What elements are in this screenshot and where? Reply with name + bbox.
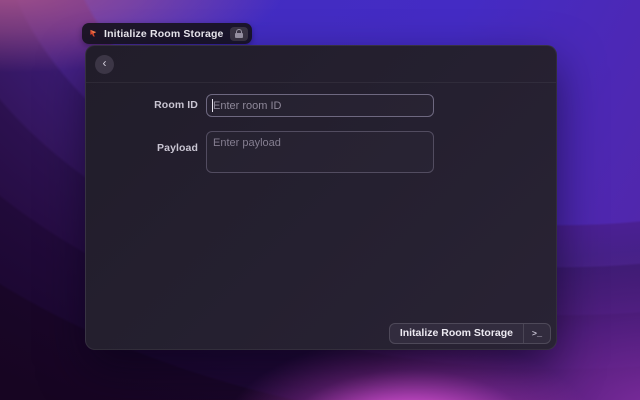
app-icon bbox=[89, 29, 98, 38]
window-title: Initialize Room Storage bbox=[104, 28, 224, 40]
chevron-left-icon: ‹ bbox=[103, 56, 107, 70]
payload-textarea[interactable] bbox=[206, 131, 434, 173]
text-caret bbox=[212, 99, 213, 112]
terminal-icon[interactable]: >_ bbox=[524, 324, 550, 343]
app-window: ‹ Room ID Payload Initalize Room Storage… bbox=[85, 45, 557, 350]
room-id-input[interactable] bbox=[206, 94, 434, 117]
room-id-label: Room ID bbox=[86, 99, 198, 111]
window-title-tab[interactable]: Initialize Room Storage bbox=[82, 23, 252, 44]
submit-split-button[interactable]: Initalize Room Storage >_ bbox=[389, 323, 551, 344]
back-button[interactable]: ‹ bbox=[95, 55, 114, 74]
window-header: ‹ bbox=[86, 46, 556, 83]
lock-icon[interactable] bbox=[230, 27, 248, 41]
payload-label: Payload bbox=[86, 142, 198, 154]
submit-button-label[interactable]: Initalize Room Storage bbox=[390, 324, 523, 343]
